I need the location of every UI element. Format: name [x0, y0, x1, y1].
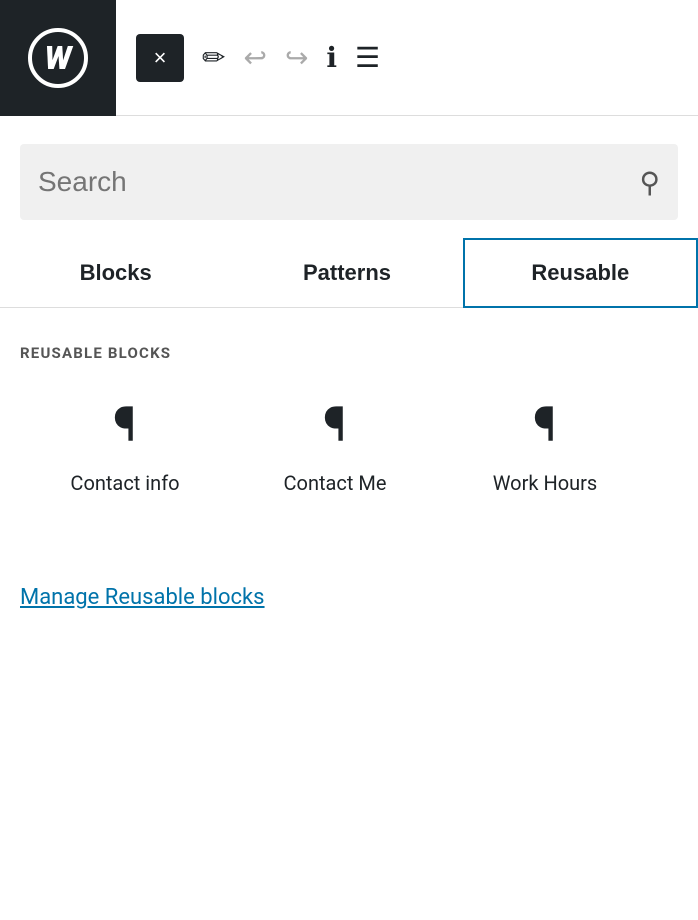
- block-icon-contact-info: ¶: [113, 396, 136, 453]
- block-item-work-hours[interactable]: ¶ Work Hours: [440, 386, 650, 505]
- tab-patterns[interactable]: Patterns: [231, 238, 462, 307]
- redo-icon[interactable]: ↪: [285, 41, 308, 74]
- manage-reusable-blocks-link[interactable]: Manage Reusable blocks: [20, 585, 265, 610]
- wp-logo: W: [0, 0, 116, 116]
- blocks-grid: ¶ Contact info ¶ Contact Me ¶ Work Hours: [0, 386, 698, 505]
- wp-logo-icon: W: [28, 28, 88, 88]
- undo-icon[interactable]: ↩: [243, 41, 266, 74]
- tab-reusable[interactable]: Reusable: [463, 238, 698, 308]
- search-bar: ⚲: [20, 144, 678, 220]
- edit-icon[interactable]: ✏: [202, 41, 225, 74]
- info-icon[interactable]: ℹ: [326, 41, 337, 74]
- block-label-contact-me: Contact Me: [284, 471, 387, 495]
- menu-icon[interactable]: ☰: [355, 41, 380, 74]
- block-item-contact-info[interactable]: ¶ Contact info: [20, 386, 230, 505]
- section-label: REUSABLE BLOCKS: [20, 344, 678, 362]
- close-button[interactable]: ×: [136, 34, 184, 82]
- toolbar-actions: × ✏ ↩ ↪ ℹ ☰: [116, 34, 400, 82]
- toolbar: W × ✏ ↩ ↪ ℹ ☰: [0, 0, 698, 116]
- block-icon-work-hours: ¶: [533, 396, 556, 453]
- tabs: Blocks Patterns Reusable: [0, 238, 698, 308]
- block-label-work-hours: Work Hours: [493, 471, 598, 495]
- block-item-contact-me[interactable]: ¶ Contact Me: [230, 386, 440, 505]
- block-icon-contact-me: ¶: [323, 396, 346, 453]
- search-icon: ⚲: [639, 166, 660, 199]
- tab-blocks[interactable]: Blocks: [0, 238, 231, 307]
- block-label-contact-info: Contact info: [70, 471, 179, 495]
- search-input[interactable]: [38, 166, 639, 198]
- content: ⚲ Blocks Patterns Reusable REUSABLE BLOC…: [0, 144, 698, 610]
